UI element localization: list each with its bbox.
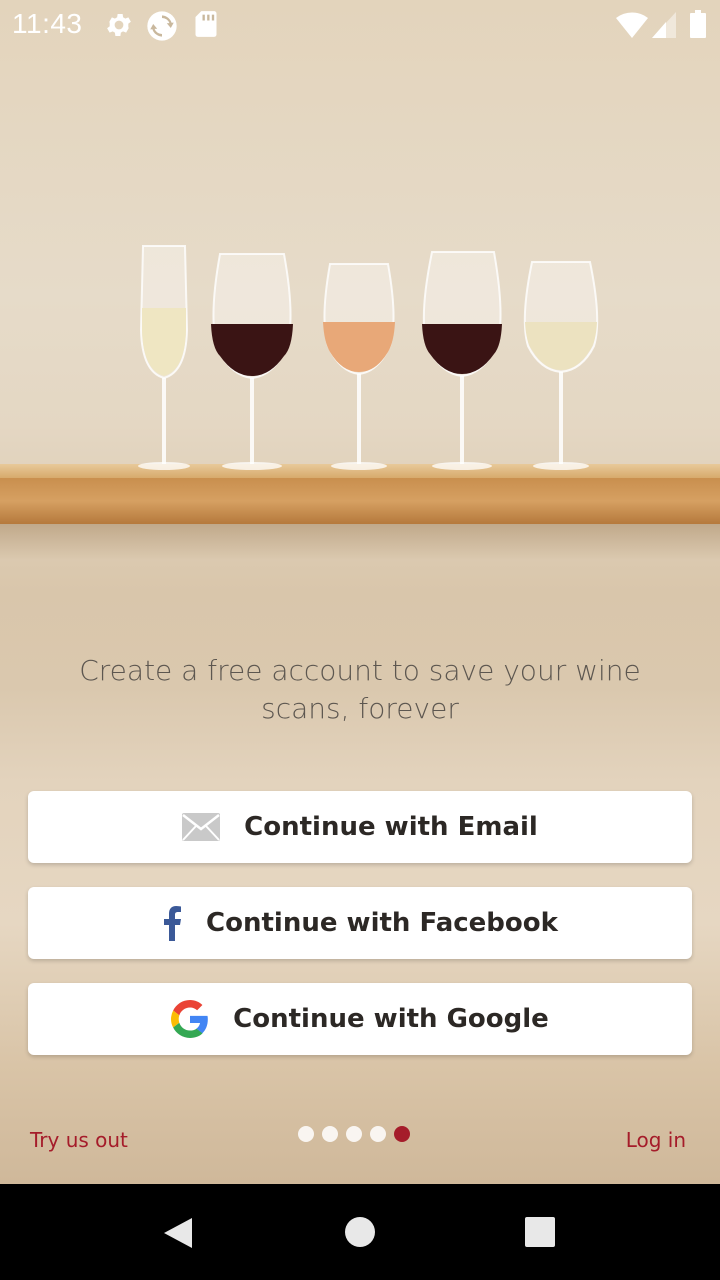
- email-button-label: Continue with Email: [244, 812, 538, 842]
- page-indicator: [298, 1126, 410, 1142]
- rose-wine-glass: [323, 263, 395, 470]
- onboarding-screen: 11:43 Create a free account to save your…: [0, 0, 720, 1184]
- page-dot-active: [394, 1126, 410, 1142]
- envelope-icon: [182, 813, 221, 841]
- red-wine-glass: [422, 251, 502, 470]
- cell-signal-icon: [652, 12, 676, 45]
- home-icon[interactable]: [344, 1216, 376, 1253]
- page-dot: [322, 1126, 338, 1142]
- recents-icon[interactable]: [524, 1216, 556, 1253]
- system-navigation-bar: [0, 1184, 720, 1280]
- facebook-icon: [162, 905, 182, 941]
- hero-wine-glasses-image: [0, 200, 720, 560]
- page-dot: [370, 1126, 386, 1142]
- continue-with-google-button[interactable]: Continue with Google: [28, 983, 692, 1055]
- google-icon: [171, 1000, 209, 1038]
- log-in-link[interactable]: Log in: [626, 1128, 686, 1152]
- headline-text: Create a free account to save your wine …: [79, 654, 641, 725]
- status-bar: 11:43: [0, 0, 720, 48]
- page-dot: [298, 1126, 314, 1142]
- white-wine-glass: [523, 261, 599, 470]
- gear-icon: [104, 10, 134, 47]
- battery-icon: [690, 10, 706, 45]
- status-time: 11:43: [12, 8, 83, 39]
- flute-glass: [138, 245, 190, 470]
- sd-card-icon: [194, 10, 218, 45]
- back-icon[interactable]: [162, 1216, 194, 1255]
- page-dot: [346, 1126, 362, 1142]
- continue-with-email-button[interactable]: Continue with Email: [28, 791, 692, 863]
- continue-with-facebook-button[interactable]: Continue with Facebook: [28, 887, 692, 959]
- sync-icon: [146, 10, 178, 49]
- google-button-label: Continue with Google: [233, 1004, 549, 1034]
- try-us-out-link[interactable]: Try us out: [30, 1128, 128, 1152]
- red-wine-glass: [211, 253, 293, 470]
- facebook-button-label: Continue with Facebook: [206, 908, 558, 938]
- wifi-icon: [616, 12, 648, 45]
